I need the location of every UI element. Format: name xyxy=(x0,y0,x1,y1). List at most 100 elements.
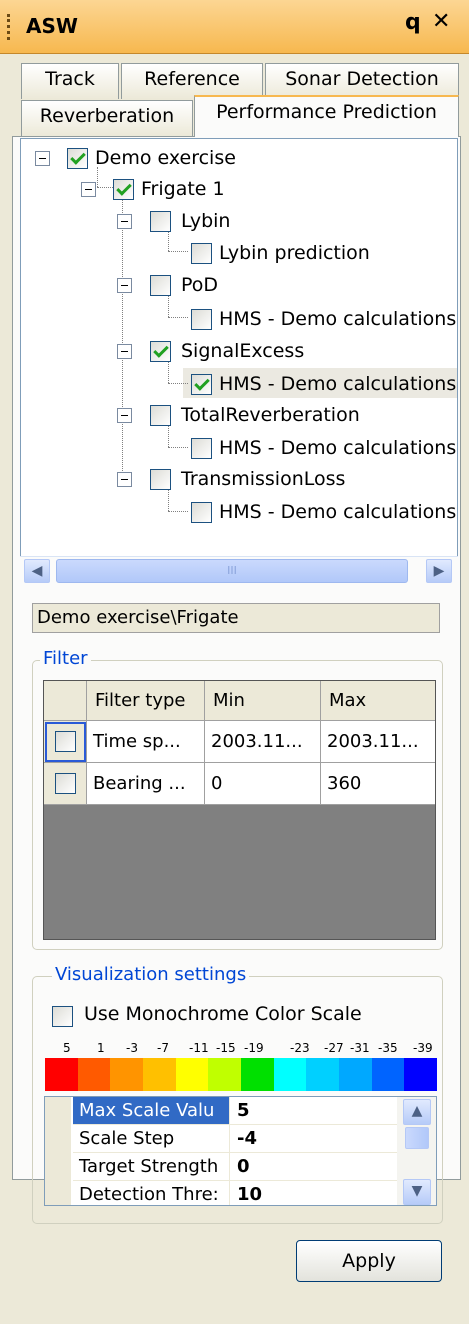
tab-performance-prediction[interactable]: Performance Prediction xyxy=(194,95,459,137)
column-header-max[interactable]: Max xyxy=(321,681,435,721)
checkbox[interactable] xyxy=(191,374,212,395)
tree-node-label: SignalExcess xyxy=(181,340,305,362)
color-scale-swatch xyxy=(404,1058,438,1091)
tree-node-pod-hms[interactable]: HMS - Demo calculations xyxy=(21,305,457,333)
color-scale-swatch xyxy=(175,1058,209,1091)
scroll-thumb[interactable]: III xyxy=(56,559,408,583)
collapse-icon[interactable] xyxy=(117,214,132,229)
checkbox[interactable] xyxy=(150,469,171,490)
collapse-icon[interactable] xyxy=(117,278,132,293)
tree-node-signalexcess[interactable]: SignalExcess xyxy=(21,337,451,365)
collapse-icon[interactable] xyxy=(117,408,132,423)
table-row[interactable] xyxy=(44,763,87,805)
column-header-filter-type[interactable]: Filter type xyxy=(87,681,205,721)
scale-label: -39 xyxy=(413,1041,433,1055)
property-value[interactable]: 5 xyxy=(231,1097,250,1124)
checkbox[interactable] xyxy=(150,211,171,232)
color-scale-swatch xyxy=(77,1058,111,1091)
color-scale-swatch xyxy=(143,1058,177,1091)
scale-label: -15 xyxy=(216,1041,236,1055)
vertical-scrollbar[interactable]: ▲ ▼ xyxy=(397,1097,436,1205)
tree-node-frigate[interactable]: Frigate 1 xyxy=(21,175,451,203)
close-icon[interactable]: ✕ xyxy=(432,9,450,34)
scale-label: -3 xyxy=(126,1041,138,1055)
scroll-left-icon[interactable]: ◀ xyxy=(24,559,50,583)
color-scale-swatch xyxy=(110,1058,144,1091)
tree-node-lybin-prediction[interactable]: Lybin prediction xyxy=(21,239,451,267)
checkbox[interactable] xyxy=(55,731,76,752)
column-header-min[interactable]: Min xyxy=(205,681,321,721)
apply-button[interactable]: Apply xyxy=(296,1240,442,1282)
scale-label: -31 xyxy=(350,1041,370,1055)
checkbox[interactable] xyxy=(113,179,134,200)
color-scale-swatch xyxy=(208,1058,242,1091)
checkbox[interactable] xyxy=(191,438,212,459)
checkbox[interactable] xyxy=(55,773,76,794)
tree-node-label: Frigate 1 xyxy=(141,178,225,200)
monochrome-label: Use Monochrome Color Scale xyxy=(84,1003,362,1025)
grip-icon[interactable] xyxy=(7,14,10,40)
property-value[interactable]: -4 xyxy=(231,1125,257,1152)
horizontal-scrollbar[interactable]: ◀ III ▶ xyxy=(20,556,458,584)
checkbox[interactable] xyxy=(150,275,171,296)
tree-node-signalexcess-hms[interactable]: HMS - Demo calculations xyxy=(21,370,457,398)
scale-label: -35 xyxy=(378,1041,398,1055)
checkbox[interactable] xyxy=(150,405,171,426)
tree-node-demo-exercise[interactable]: Demo exercise xyxy=(21,144,451,172)
tree-node-label: PoD xyxy=(181,274,219,296)
tree-node-transmissionloss[interactable]: TransmissionLoss xyxy=(21,465,451,493)
checkbox[interactable] xyxy=(191,502,212,523)
grid-cell[interactable]: 360 xyxy=(321,763,435,805)
tab-reverberation[interactable]: Reverberation xyxy=(21,100,193,136)
property-name[interactable]: Target Strength xyxy=(73,1153,229,1180)
collapse-icon[interactable] xyxy=(81,182,96,197)
property-name[interactable]: Scale Step xyxy=(73,1125,229,1152)
property-name[interactable]: Max Scale Valu xyxy=(73,1097,229,1124)
scroll-right-icon[interactable]: ▶ xyxy=(426,559,452,583)
scale-label: 1 xyxy=(97,1041,105,1055)
table-row[interactable] xyxy=(44,721,87,763)
collapse-icon[interactable] xyxy=(117,344,132,359)
grid-cell[interactable]: 2003.11... xyxy=(205,721,321,763)
scale-label: -23 xyxy=(290,1041,310,1055)
scale-label: -19 xyxy=(244,1041,264,1055)
checkbox[interactable] xyxy=(191,243,212,264)
filter-grid[interactable]: Filter type Min Max Time sp... 2003.11..… xyxy=(43,680,436,940)
monochrome-checkbox[interactable] xyxy=(52,1006,73,1027)
tree-node-label: Demo exercise xyxy=(95,147,236,169)
checkbox[interactable] xyxy=(150,341,171,362)
scale-property-grid[interactable]: Max Scale Valu 5 Scale Step -4 Target St… xyxy=(44,1096,437,1206)
title-bar[interactable]: ASW q ✕ xyxy=(0,0,469,54)
tab-reference[interactable]: Reference xyxy=(121,63,263,99)
grid-cell[interactable]: Bearing ... xyxy=(87,763,205,805)
scroll-down-icon[interactable]: ▼ xyxy=(403,1179,431,1205)
checkbox[interactable] xyxy=(67,148,88,169)
tree-node-transmissionloss-hms[interactable]: HMS - Demo calculations xyxy=(21,498,457,526)
tree-node-totalreverberation[interactable]: TotalReverberation xyxy=(21,401,451,429)
pin-icon[interactable]: q xyxy=(405,10,421,35)
grid-cell[interactable]: Time sp... xyxy=(87,721,205,763)
grid-cell[interactable]: 2003.11... xyxy=(321,721,435,763)
property-name[interactable]: Detection Thre: xyxy=(73,1181,229,1205)
selected-path-field: Demo exercise\Frigate xyxy=(32,603,440,633)
color-scale-swatch xyxy=(45,1058,79,1091)
collapse-icon[interactable] xyxy=(117,472,132,487)
property-value[interactable]: 0 xyxy=(231,1153,250,1180)
scroll-thumb[interactable] xyxy=(405,1127,429,1149)
tab-track[interactable]: Track xyxy=(21,63,119,99)
property-value[interactable]: 10 xyxy=(231,1181,262,1205)
tree-node-label: Lybin prediction xyxy=(219,242,370,264)
checkbox[interactable] xyxy=(191,309,212,330)
collapse-icon[interactable] xyxy=(35,151,50,166)
scroll-up-icon[interactable]: ▲ xyxy=(403,1099,431,1125)
tree-node-totalreverberation-hms[interactable]: HMS - Demo calculations xyxy=(21,434,457,462)
tree-node-pod[interactable]: PoD xyxy=(21,271,451,299)
tree-node-lybin[interactable]: Lybin xyxy=(21,207,451,235)
grid-corner-header xyxy=(44,681,87,721)
tree-view[interactable]: Demo exercise Frigate 1 Lybin Lybin pred… xyxy=(20,138,458,584)
tab-sonar-detection[interactable]: Sonar Detection xyxy=(265,63,459,99)
grid-cell[interactable]: 0 xyxy=(205,763,321,805)
scale-label: -27 xyxy=(324,1041,344,1055)
tree-node-label: TotalReverberation xyxy=(181,404,360,426)
scale-label: -7 xyxy=(157,1041,169,1055)
